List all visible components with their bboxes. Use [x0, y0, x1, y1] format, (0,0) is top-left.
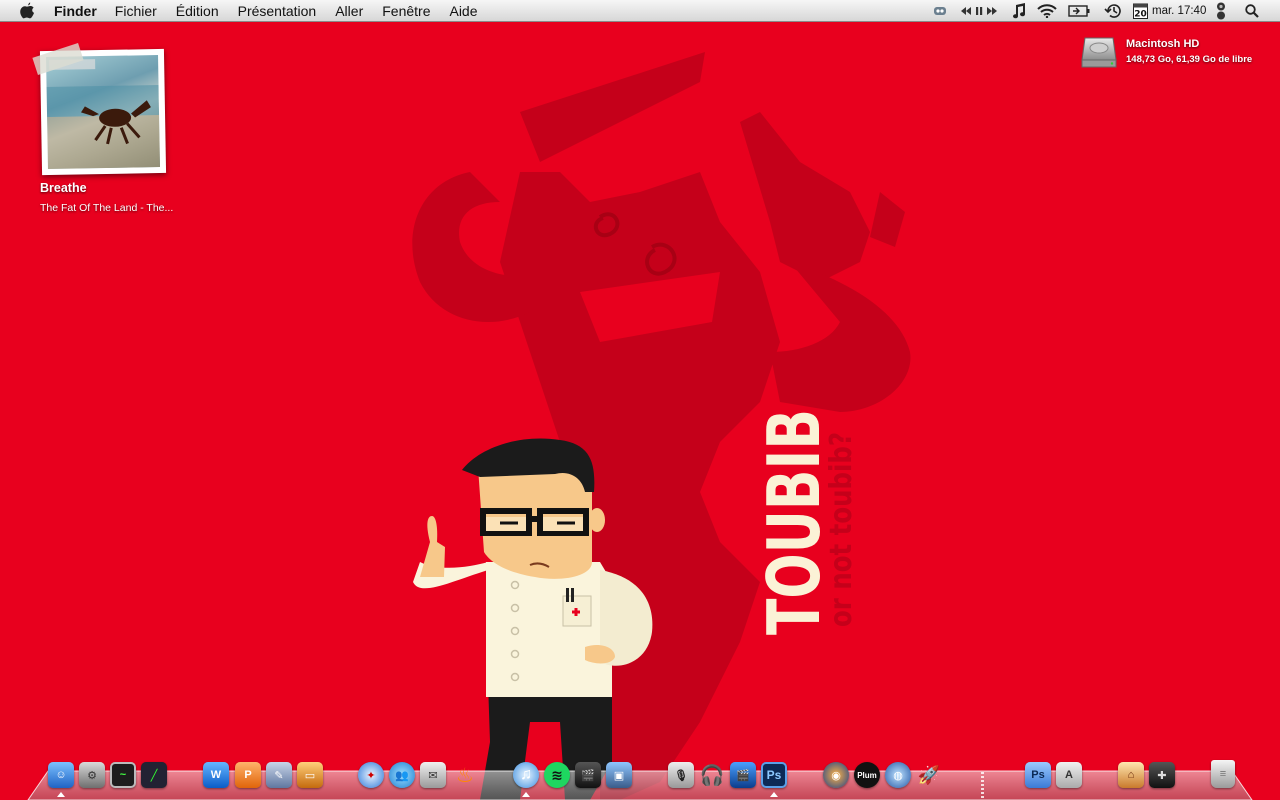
itunes-running-indicator [522, 792, 530, 797]
final-cut-icon[interactable]: 🎬 [730, 762, 756, 788]
time-machine-icon[interactable] [1102, 0, 1124, 22]
calendar-icon[interactable]: 20 [1132, 0, 1148, 22]
imovie-icon[interactable]: 🎬 [575, 762, 601, 788]
volume-name: Macintosh HD [1126, 38, 1200, 50]
clock-text: mar. 17:40 [1152, 5, 1207, 17]
wallpaper-subtitle: or not toubib? [824, 432, 855, 627]
menu-fichier[interactable]: Fichier [115, 0, 157, 22]
games-folder-stack[interactable]: ✚ [1149, 762, 1175, 788]
dock: ☺ ⚙ ~ ╱ W P ✎ ▭ ✦ 👥 ✉ ♨ ♫ ≋ 🎬 ▣ 🎙 🎧 🎬 Ps… [0, 752, 1280, 800]
safari-icon[interactable]: ✦ [358, 762, 384, 788]
macintosh-hd-volume[interactable]: Macintosh HD 148,73 Go, 61,39 Go de libr… [1080, 32, 1275, 72]
utility-app-icon[interactable]: ╱ [141, 762, 167, 788]
menu-bar: Finder Fichier Édition Présentation Alle… [0, 0, 1280, 22]
system-preferences-icon[interactable]: ⚙ [79, 762, 105, 788]
volume-info: 148,73 Go, 61,39 Go de libre [1126, 54, 1253, 65]
media-controls-icon[interactable] [958, 0, 1000, 22]
spotify-icon[interactable]: ≋ [544, 762, 570, 788]
calendar-day: 20 [1134, 10, 1147, 20]
menu-edition[interactable]: Édition [176, 0, 219, 22]
mail-stamp-icon[interactable]: ✉ [420, 762, 446, 788]
trash-icon[interactable]: ≡ [1211, 760, 1235, 788]
menu-aller[interactable]: Aller [335, 0, 363, 22]
applications-folder-stack[interactable]: A [1056, 762, 1082, 788]
messenger-icon[interactable]: 👥 [389, 762, 415, 788]
finder-running-indicator [57, 792, 65, 797]
user-status-icon[interactable] [1214, 0, 1228, 22]
wallpaper-toubib-text: TOUBIB or not toubib? [755, 409, 855, 635]
wallpaper [412, 52, 911, 800]
now-playing-title: Breathe [40, 181, 87, 195]
menu-extra-agent-icon[interactable] [931, 0, 949, 22]
dock-separator [981, 772, 984, 798]
flame-app-icon[interactable]: ♨ [452, 762, 478, 788]
keynote-icon[interactable]: ▭ [297, 762, 323, 788]
rocket-icon[interactable]: 🚀 [916, 762, 942, 788]
menu-presentation[interactable]: Présentation [238, 0, 317, 22]
photoshop-running-indicator [770, 792, 778, 797]
menubar-clock[interactable]: mar. 17:40 [1152, 0, 1208, 22]
spotlight-search-icon[interactable] [1242, 0, 1262, 22]
iphoto-icon[interactable]: ▣ [606, 762, 632, 788]
activity-monitor-icon[interactable]: ~ [110, 762, 136, 788]
powerpoint-icon[interactable]: P [235, 762, 261, 788]
photoshop-icon[interactable]: Ps [761, 762, 787, 788]
home-folder-stack[interactable]: ⌂ [1118, 762, 1144, 788]
now-playing-subtitle: The Fat Of The Land - The... [40, 202, 174, 214]
menu-aide[interactable]: Aide [449, 0, 477, 22]
menu-fenetre[interactable]: Fenêtre [382, 0, 430, 22]
hard-drive-icon [1081, 37, 1117, 68]
itunes-note-icon[interactable] [1009, 0, 1029, 22]
word-icon[interactable]: W [203, 762, 229, 788]
apple-menu-icon[interactable] [19, 2, 39, 20]
wifi-icon[interactable] [1035, 0, 1059, 22]
headphones-icon[interactable]: 🎧 [699, 762, 725, 788]
script-editor-icon[interactable]: ✎ [266, 762, 292, 788]
photoshop-folder-stack[interactable]: Ps [1025, 762, 1051, 788]
firefox-icon[interactable]: ◉ [823, 762, 849, 788]
google-earth-icon[interactable]: ◍ [885, 762, 911, 788]
audio-hijack-icon[interactable]: 🎙 [668, 762, 694, 788]
dock-shelf [27, 770, 1253, 800]
finder-icon[interactable]: ☺ [48, 762, 74, 788]
menu-finder[interactable]: Finder [54, 0, 97, 22]
itunes-icon[interactable]: ♫ [513, 762, 539, 788]
battery-icon[interactable] [1067, 0, 1091, 22]
plum-icon[interactable]: Plum [854, 762, 880, 788]
